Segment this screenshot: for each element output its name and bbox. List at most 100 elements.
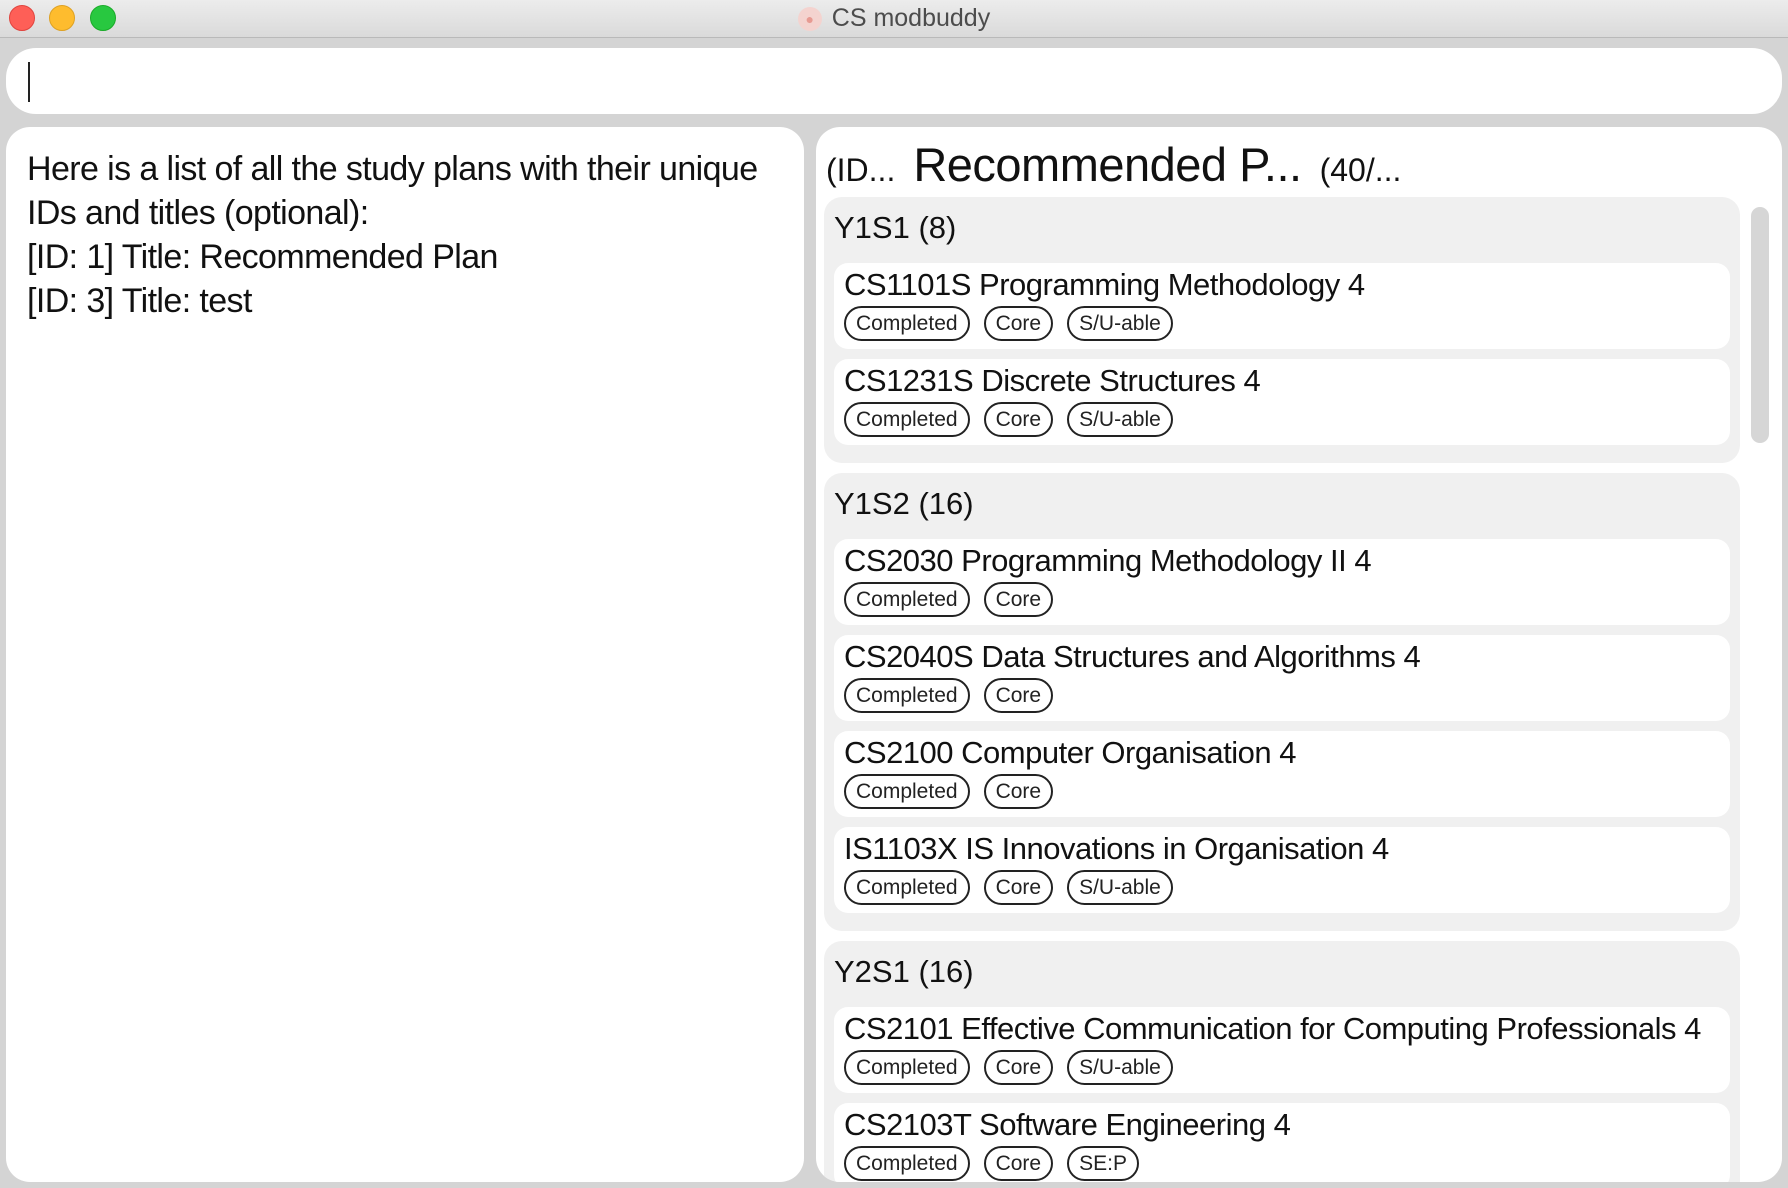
module-tag: Completed (844, 402, 970, 437)
module-tag: S/U-able (1067, 870, 1173, 905)
text-caret (28, 62, 30, 102)
scrollbar-thumb[interactable] (1751, 207, 1769, 443)
result-line: Here is a list of all the study plans wi… (27, 150, 758, 188)
semester-credits: (16) (918, 954, 974, 989)
command-box[interactable] (6, 48, 1782, 114)
module-title: IS Innovations in Organisation (965, 831, 1364, 866)
plan-id-label: (ID... (826, 152, 896, 188)
module-tag: Completed (844, 870, 970, 905)
title-bar: ● CS modbuddy (0, 0, 1788, 38)
module-tag: Completed (844, 582, 970, 617)
module-tags: Completed Core S/U-able (844, 402, 1173, 437)
window-title: CS modbuddy (831, 4, 991, 32)
module-tags: Completed Core (844, 678, 1054, 713)
module-title: Computer Organisation (961, 735, 1272, 770)
module-card[interactable]: CS2030 Programming Methodology II 4 Compl… (834, 539, 1730, 625)
module-title: Programming Methodology II (961, 543, 1347, 578)
module-mc: 4 (1273, 1107, 1291, 1142)
plan-title: Recommended P... (913, 138, 1302, 191)
module-title: Discrete Structures (981, 363, 1236, 398)
module-card[interactable]: CS2100 Computer Organisation 4 Completed C… (834, 731, 1730, 817)
module-tag: Core (983, 678, 1054, 713)
module-code: IS1103X (844, 831, 958, 866)
module-title: Effective Communication for Computing Pr… (961, 1011, 1676, 1046)
module-tags: Completed Core (844, 582, 1054, 617)
result-text: Here is a list of all the study plans wi… (27, 147, 787, 323)
module-card[interactable]: CS2040S Data Structures and Algorithms 4… (834, 635, 1730, 721)
semester-list[interactable]: Y1S1 (8) CS1101S Programming Methodology … (824, 197, 1740, 1182)
semester-header: Y1S1 (8) (834, 203, 1730, 253)
semester-header: Y2S1 (16) (834, 947, 1730, 997)
module-code: CS1101S (844, 267, 971, 302)
module-tag: Core (983, 1146, 1054, 1181)
module-card[interactable]: CS2101 Effective Communication for Compu… (834, 1007, 1730, 1093)
module-mc: 4 (1354, 543, 1372, 578)
module-name: CS2030 Programming Methodology II 4 (844, 543, 1372, 579)
semester-credits: (8) (918, 210, 957, 245)
module-name: CS2040S Data Structures and Algorithms 4 (844, 639, 1421, 675)
module-tag: Core (983, 774, 1054, 809)
module-tag: Core (983, 582, 1054, 617)
module-tags: Completed Core SE:P (844, 1146, 1139, 1181)
module-tag: S/U-able (1067, 402, 1173, 437)
semester-header: Y1S2 (16) (834, 479, 1730, 529)
module-name: CS2101 Effective Communication for Compu… (844, 1011, 1701, 1047)
module-tags: Completed Core S/U-able (844, 1050, 1173, 1085)
app-window: ● CS modbuddy Here is a list of all the … (0, 0, 1788, 1188)
module-name: CS1101S Programming Methodology 4 (844, 267, 1365, 303)
module-name: CS2100 Computer Organisation 4 (844, 735, 1297, 771)
module-tags: Completed Core (844, 774, 1054, 809)
result-line: [ID: 3] Title: test (27, 282, 252, 320)
module-card[interactable]: CS1231S Discrete Structures 4 Completed Co… (834, 359, 1730, 445)
semester-credits: (16) (918, 486, 974, 521)
module-tag: Completed (844, 678, 970, 713)
plan-header: (ID... Recommended P... (40/... (826, 137, 1401, 197)
module-code: CS2103T (844, 1107, 971, 1142)
semester-name: Y1S2 (834, 486, 910, 521)
study-plan-panel: (ID... Recommended P... (40/... Y1S1 (8)… (816, 127, 1782, 1182)
module-tag: Core (983, 870, 1054, 905)
module-tag: S/U-able (1067, 306, 1173, 341)
semester-card: Y1S1 (8) CS1101S Programming Methodology … (824, 197, 1740, 463)
module-tag: Completed (844, 774, 970, 809)
result-line: [ID: 1] Title: Recommended Plan (27, 238, 498, 276)
module-title: Data Structures and Algorithms (981, 639, 1396, 674)
module-mc: 4 (1243, 363, 1261, 398)
module-tags: Completed Core S/U-able (844, 306, 1173, 341)
title-area: ● CS modbuddy (0, 0, 1788, 37)
module-tag: Completed (844, 1146, 970, 1181)
paw-icon: ● (797, 6, 822, 31)
result-line: IDs and titles (optional): (27, 194, 369, 232)
module-tag: S/U-able (1067, 1050, 1173, 1085)
module-tag: Core (983, 402, 1054, 437)
module-tag: Core (983, 306, 1054, 341)
module-code: CS2030 (844, 543, 954, 578)
semester-card: Y1S2 (16) CS2030 Programming Methodology … (824, 473, 1740, 931)
module-tag: Completed (844, 306, 970, 341)
module-card[interactable]: CS1101S Programming Methodology 4 Complet… (834, 263, 1730, 349)
module-mc: 4 (1403, 639, 1421, 674)
semester-name: Y1S1 (834, 210, 910, 245)
module-code: CS2100 (844, 735, 954, 770)
module-mc: 4 (1371, 831, 1389, 866)
module-tags: Completed Core S/U-able (844, 870, 1173, 905)
semester-name: Y2S1 (834, 954, 910, 989)
module-card[interactable]: CS2103T Software Engineering 4 Completed C… (834, 1103, 1730, 1182)
module-code: CS2101 (844, 1011, 954, 1046)
module-name: CS2103T Software Engineering 4 (844, 1107, 1291, 1143)
module-mc: 4 (1347, 267, 1365, 302)
module-mc: 4 (1684, 1011, 1701, 1046)
plan-credits: (40/... (1319, 152, 1402, 188)
module-card[interactable]: IS1103X IS Innovations in Organisation 4… (834, 827, 1730, 913)
module-title: Software Engineering (979, 1107, 1266, 1142)
module-name: CS1231S Discrete Structures 4 (844, 363, 1261, 399)
module-title: Programming Methodology (979, 267, 1340, 302)
module-tag: Core (983, 1050, 1054, 1085)
module-code: CS2040S (844, 639, 974, 674)
result-display-panel: Here is a list of all the study plans wi… (6, 127, 804, 1182)
module-tag: Completed (844, 1050, 970, 1085)
scrollbar[interactable] (1748, 197, 1774, 1172)
command-input[interactable] (36, 56, 1752, 108)
module-code: CS1231S (844, 363, 974, 398)
module-mc: 4 (1279, 735, 1297, 770)
